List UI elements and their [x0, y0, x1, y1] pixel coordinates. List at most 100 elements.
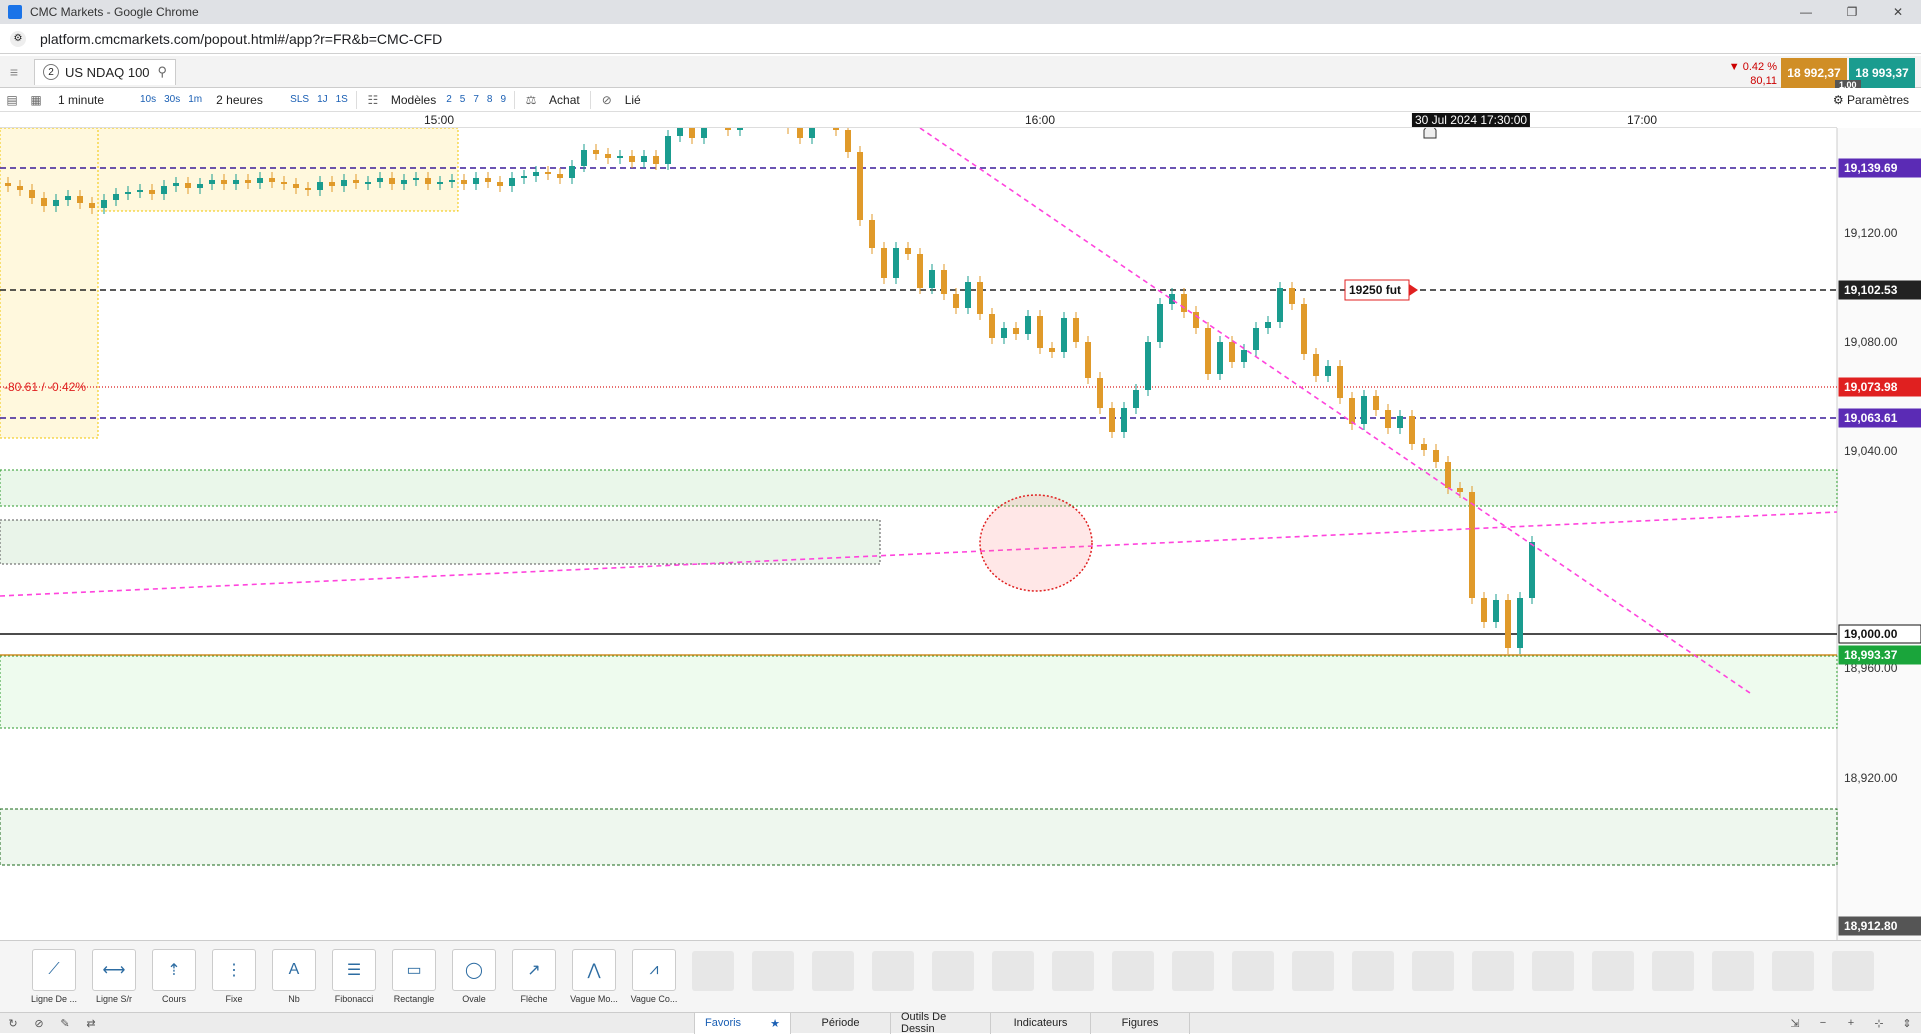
- linked-toggle[interactable]: Lié: [625, 93, 641, 107]
- bull-candle: [1277, 288, 1283, 322]
- interval-quick-30s[interactable]: 30s: [164, 94, 180, 105]
- empty-tool-slot[interactable]: [932, 951, 974, 991]
- bull-candle: [929, 270, 935, 288]
- interval-select[interactable]: 1 minute: [58, 93, 136, 107]
- tool-wave[interactable]: ⋀ Vague Mo...: [570, 949, 618, 1004]
- bear-candle: [89, 203, 95, 208]
- tool-arrow[interactable]: ↗ Flèche: [510, 949, 558, 1004]
- empty-tool-slot[interactable]: [992, 951, 1034, 991]
- empty-tool-slot[interactable]: [1472, 951, 1514, 991]
- buy-price: 18 993,37: [1855, 66, 1909, 80]
- bear-candle: [1073, 318, 1079, 342]
- settings-button[interactable]: ⚙ Paramètres: [1833, 93, 1909, 107]
- minimize-button[interactable]: —: [1783, 0, 1829, 24]
- layout-num-5[interactable]: 5: [460, 94, 466, 105]
- bull-candle: [1217, 342, 1223, 374]
- bear-candle: [425, 178, 431, 184]
- chart-canvas[interactable]: -80.61 / -0.42% 19250 fut 19,120.00 19,080…: [0, 100, 1921, 940]
- empty-tool-slot[interactable]: [1412, 951, 1454, 991]
- instrument-tab[interactable]: 2 US NDAQ 100 ⚲: [34, 58, 177, 85]
- empty-tool-slot[interactable]: [1172, 951, 1214, 991]
- tool-price[interactable]: ⇡ Cours: [150, 949, 198, 1004]
- bear-candle: [389, 178, 395, 184]
- tool-rectangle[interactable]: ▭ Rectangle: [390, 949, 438, 1004]
- tab-favoris[interactable]: Favoris ★: [694, 1012, 790, 1034]
- hide-icon[interactable]: ⊘: [26, 1017, 52, 1030]
- tool-text[interactable]: A Nb: [270, 949, 318, 1004]
- layout-num-8[interactable]: 8: [487, 94, 493, 105]
- tab-outils[interactable]: Outils De Dessin: [890, 1011, 990, 1035]
- address-bar[interactable]: ⚙ platform.cmcmarkets.com/popout.html#/a…: [0, 24, 1921, 54]
- tool-oval[interactable]: ◯ Ovale: [450, 949, 498, 1004]
- empty-tool-slot[interactable]: [1712, 951, 1754, 991]
- hamburger-menu-icon[interactable]: ≡: [0, 64, 28, 80]
- empty-tool-slot[interactable]: [752, 951, 794, 991]
- price-chart[interactable]: -80.61 / -0.42% 19250 fut 19,120.00 19,080…: [0, 100, 1921, 940]
- magnet-icon[interactable]: ⇄: [78, 1017, 104, 1030]
- crosshair-icon[interactable]: ⊹: [1865, 1017, 1893, 1030]
- link-group-badge[interactable]: 2: [43, 64, 59, 80]
- tab-periode[interactable]: Période: [790, 1012, 890, 1034]
- tool-fibonacci[interactable]: ☰ Fibonacci: [330, 949, 378, 1004]
- support-zone: [0, 655, 1838, 729]
- range-quick-1j[interactable]: 1J: [317, 94, 328, 105]
- empty-tool-slot[interactable]: [872, 951, 914, 991]
- window-title: CMC Markets - Google Chrome: [30, 5, 199, 19]
- tool-label: Rectangle: [393, 994, 435, 1004]
- layout-icon[interactable]: ▦: [24, 93, 48, 107]
- buy-toggle[interactable]: Achat: [549, 93, 580, 107]
- zoom-out-icon[interactable]: −: [1809, 1017, 1837, 1030]
- empty-tool-slot[interactable]: [1232, 951, 1274, 991]
- range-select[interactable]: 2 heures: [216, 93, 286, 107]
- refresh-icon[interactable]: ↻: [0, 1017, 26, 1030]
- zoom-in-icon[interactable]: +: [1837, 1017, 1865, 1030]
- scale-icon[interactable]: ⇲: [1781, 1017, 1809, 1030]
- empty-tool-slot[interactable]: [692, 951, 734, 991]
- interval-quick-1m[interactable]: 1m: [188, 94, 202, 105]
- site-settings-icon[interactable]: ⚙: [10, 30, 26, 47]
- tool-hline[interactable]: ⟷ Ligne S/r: [90, 949, 138, 1004]
- empty-tool-slot[interactable]: [1652, 951, 1694, 991]
- bull-candle: [1025, 316, 1031, 334]
- time-cursor-marker: [1423, 121, 1437, 139]
- maximize-button[interactable]: ❐: [1829, 0, 1875, 24]
- chart-type-icon[interactable]: ▤: [0, 93, 24, 107]
- pencil-icon[interactable]: ✎: [52, 1017, 78, 1030]
- empty-tool-slot[interactable]: [1592, 951, 1634, 991]
- models-icon[interactable]: ☷: [361, 93, 385, 107]
- chrome-app-icon: [8, 5, 22, 19]
- bear-candle: [245, 180, 251, 183]
- instrument-name: US NDAQ 100: [65, 64, 150, 80]
- layout-num-9[interactable]: 9: [500, 94, 506, 105]
- range-quick-1s[interactable]: 1S: [336, 94, 348, 105]
- empty-tool-slot[interactable]: [1292, 951, 1334, 991]
- tab-figures[interactable]: Figures: [1090, 1012, 1190, 1034]
- empty-tool-slot[interactable]: [1352, 951, 1394, 991]
- bear-candle: [869, 220, 875, 248]
- models-button[interactable]: Modèles: [391, 93, 436, 107]
- tool-fixed[interactable]: ⋮ Fixe: [210, 949, 258, 1004]
- empty-tool-slot[interactable]: [1052, 951, 1094, 991]
- tab-indicateurs[interactable]: Indicateurs: [990, 1012, 1090, 1034]
- tool-label: Flèche: [520, 994, 548, 1004]
- empty-tool-slot[interactable]: [812, 951, 854, 991]
- interval-quick-10s[interactable]: 10s: [140, 94, 156, 105]
- range-quick-sls[interactable]: SLS: [290, 94, 309, 105]
- layout-num-7[interactable]: 7: [473, 94, 479, 105]
- bull-candle: [233, 180, 239, 184]
- empty-tool-slot[interactable]: [1112, 951, 1154, 991]
- fit-icon[interactable]: ⇕: [1893, 1017, 1921, 1030]
- search-icon[interactable]: ⚲: [158, 64, 168, 80]
- buy-icon[interactable]: ⚖: [519, 93, 543, 107]
- link-icon[interactable]: ⊘: [595, 93, 619, 107]
- bear-candle: [149, 190, 155, 194]
- layout-num-2[interactable]: 2: [446, 94, 452, 105]
- empty-tool-slot[interactable]: [1532, 951, 1574, 991]
- url-text[interactable]: platform.cmcmarkets.com/popout.html#/app…: [40, 31, 442, 47]
- tool-line[interactable]: ⟋ Ligne De ...: [30, 949, 78, 1004]
- close-button[interactable]: ✕: [1875, 0, 1921, 24]
- tool-wave2[interactable]: ⩘ Vague Co...: [630, 949, 678, 1004]
- empty-tool-slot[interactable]: [1832, 951, 1874, 991]
- buy-button[interactable]: 18 993,37 1.00: [1835, 58, 1915, 90]
- empty-tool-slot[interactable]: [1772, 951, 1814, 991]
